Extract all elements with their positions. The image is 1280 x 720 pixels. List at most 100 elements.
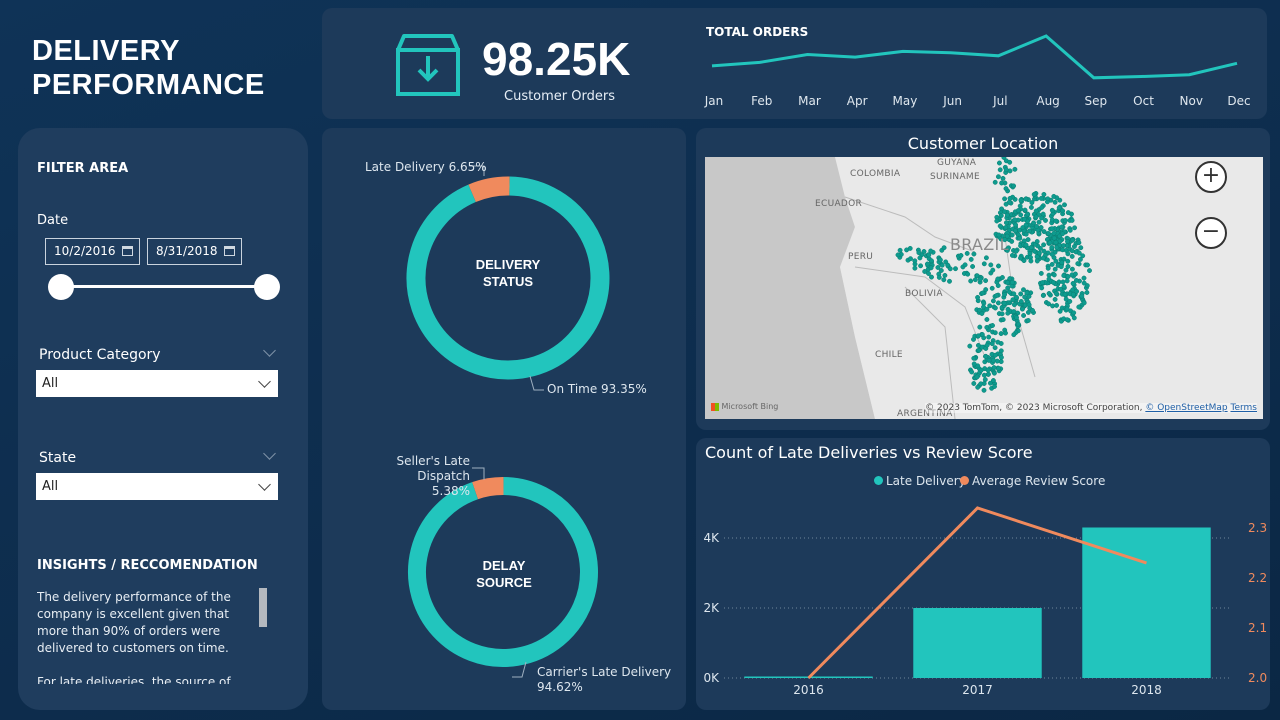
bar[interactable] <box>1082 527 1211 679</box>
attribution-text: © 2023 TomTom, © 2023 Microsoft Corporat… <box>925 403 1143 413</box>
download-box-icon <box>396 34 460 96</box>
country-label: SURINAME <box>930 172 980 182</box>
donut-center-line: DELAY <box>482 558 526 573</box>
x-tick: 2018 <box>1131 683 1162 697</box>
leader-line <box>472 467 485 480</box>
y-left-tick: 0K <box>703 671 720 685</box>
month-label: Jul <box>993 94 1008 108</box>
state-value: All <box>42 479 59 494</box>
bing-text: Microsoft Bing <box>721 402 779 411</box>
product-category-select[interactable]: All <box>36 370 278 397</box>
bar[interactable] <box>913 608 1042 678</box>
insights-paragraph: For late deliveries, the source of delay… <box>37 675 231 684</box>
zoom-in-button[interactable]: + <box>1195 161 1227 193</box>
country-label: CHILE <box>875 350 903 360</box>
insights-scrollbar[interactable] <box>259 588 267 627</box>
calendar-icon[interactable] <box>224 246 235 256</box>
map-canvas <box>705 157 1263 419</box>
delay-source-center: DELAY SOURCE <box>444 557 564 591</box>
label-line: Carrier's Late Delivery <box>537 665 672 679</box>
kpi-label: Customer Orders <box>504 89 615 104</box>
donut-center-line: DELIVERY <box>475 257 541 272</box>
chevron-down-icon <box>258 375 271 388</box>
country-label: PERU <box>848 252 874 262</box>
y-left-tick: 2K <box>703 601 720 615</box>
month-label: Nov <box>1179 94 1203 108</box>
country-label: BRAZIL <box>950 235 1009 254</box>
osm-link[interactable]: © OpenStreetMap <box>1145 403 1227 413</box>
month-label: Dec <box>1227 94 1251 108</box>
end-date-input[interactable]: 8/31/2018 <box>147 238 242 265</box>
donut-panel: Late Delivery 6.65% On Time 93.35% DELIV… <box>322 128 686 710</box>
label-line: Seller's Late Dispatch <box>396 454 470 483</box>
chevron-down-icon <box>258 478 271 491</box>
date-slider-start-handle[interactable] <box>48 274 74 300</box>
seller-late-dispatch-label: Seller's Late Dispatch 5.38% <box>358 454 470 499</box>
kpi-panel: 98.25K Customer Orders TOTAL ORDERS Jan F… <box>322 8 1267 119</box>
date-label: Date <box>37 213 69 228</box>
leader-line <box>529 375 544 391</box>
donut-segment-minor[interactable] <box>472 477 504 500</box>
month-label: Apr <box>846 94 868 108</box>
label-line: 5.38% <box>431 484 470 498</box>
date-slider-end-handle[interactable] <box>254 274 280 300</box>
month-label: Sep <box>1084 94 1108 108</box>
customer-location-map[interactable]: GUYANA COLOMBIA SURINAME ECUADOR PERU BRAZIL B… <box>705 157 1263 419</box>
calendar-icon[interactable] <box>122 246 133 256</box>
page-title: DELIVERY PERFORMANCE <box>32 34 265 102</box>
donut-center-line: SOURCE <box>476 575 532 590</box>
land-area <box>835 157 1263 419</box>
chevron-down-icon[interactable] <box>263 344 276 357</box>
carrier-late-delivery-label: Carrier's Late Delivery 94.62% <box>537 665 671 695</box>
total-orders-sparkline[interactable] <box>702 28 1242 88</box>
title-line-2: PERFORMANCE <box>32 69 265 101</box>
month-label: May <box>892 94 918 108</box>
map-attribution: © 2023 TomTom, © 2023 Microsoft Corporat… <box>925 403 1257 413</box>
product-category-value: All <box>42 376 59 391</box>
insights-text: The delivery performance of the company … <box>37 589 249 684</box>
combo-chart: 0K 2K 4K 2.0 2.1 2.2 2.3 2016 2017 2018 <box>703 506 1267 697</box>
filter-title: FILTER AREA <box>37 161 129 176</box>
minus-icon: − <box>1201 219 1221 244</box>
y-right-tick: 2.3 <box>1248 521 1267 535</box>
end-date-value: 8/31/2018 <box>156 244 218 258</box>
chevron-down-icon[interactable] <box>263 447 276 460</box>
y-right-tick: 2.2 <box>1248 571 1267 585</box>
country-label: ECUADOR <box>815 199 863 209</box>
combo-chart-panel: Count of Late Deliveries vs Review Score… <box>696 438 1270 710</box>
start-date-value: 10/2/2016 <box>54 244 116 258</box>
title-line-1: DELIVERY <box>32 35 180 67</box>
date-slider-track[interactable] <box>61 285 267 288</box>
donut-charts <box>406 165 610 678</box>
bing-logo: Microsoft Bing <box>711 402 778 411</box>
label-line: 94.62% <box>537 680 583 694</box>
state-label: State <box>39 450 77 466</box>
country-label: BOLIVIA <box>905 289 943 299</box>
delivery-status-center: DELIVERY STATUS <box>448 256 568 290</box>
country-label: GUYANA <box>937 158 977 168</box>
month-label: Aug <box>1036 94 1060 108</box>
month-label: Feb <box>751 94 773 108</box>
late-delivery-label: Late Delivery 6.65% <box>365 160 487 174</box>
insights-title: INSIGHTS / RECCOMENDATION <box>37 558 258 573</box>
y-right-tick: 2.0 <box>1248 671 1267 685</box>
map-title: Customer Location <box>907 134 1059 153</box>
start-date-input[interactable]: 10/2/2016 <box>45 238 140 265</box>
x-tick: 2016 <box>793 683 824 697</box>
filter-panel: FILTER AREA Date 10/2/2016 8/31/2018 Pro… <box>18 128 308 710</box>
y-right-tick: 2.1 <box>1248 621 1267 635</box>
month-label: Mar <box>798 94 821 108</box>
map-panel: Customer Location GUYANA COLOMBIA SURINAME… <box>696 128 1270 430</box>
plus-icon: + <box>1201 163 1221 188</box>
microsoft-logo-icon <box>711 402 719 411</box>
country-label: COLOMBIA <box>850 169 901 179</box>
donut-center-line: STATUS <box>482 274 534 289</box>
product-category-label: Product Category <box>39 347 161 363</box>
kpi-value: 98.25K <box>482 33 631 85</box>
donut-segment-minor[interactable] <box>468 176 510 203</box>
month-label: Oct <box>1133 94 1154 108</box>
terms-link[interactable]: Terms <box>1230 403 1257 413</box>
insights-paragraph: The delivery performance of the company … <box>37 590 231 655</box>
state-select[interactable]: All <box>36 473 278 500</box>
zoom-out-button[interactable]: − <box>1195 217 1227 249</box>
